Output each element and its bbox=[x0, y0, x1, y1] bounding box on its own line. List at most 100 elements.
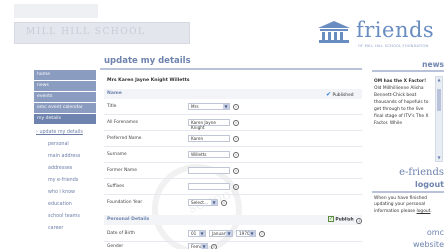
sidebar-item-omc-event-calendar[interactable]: omc event calendar bbox=[34, 103, 96, 113]
info-icon[interactable]: i bbox=[233, 168, 239, 174]
former-name-label: Former Name bbox=[107, 168, 137, 173]
row-divider bbox=[104, 146, 362, 147]
news-panel: OM has the X Factor! Old Millhillienne A… bbox=[372, 76, 444, 162]
published-status: ✔ Published bbox=[326, 91, 354, 98]
logo-subtitle: OF MILL HILL SCHOOL FOUNDATION bbox=[358, 44, 429, 48]
efriends-divider bbox=[372, 191, 444, 193]
dob-day-value: 01 bbox=[191, 231, 197, 236]
all-forenames-input[interactable]: Karen Jayne Knight bbox=[188, 119, 230, 130]
efriends-heading: e-friends bbox=[399, 167, 444, 178]
row-divider bbox=[104, 178, 362, 179]
news-item[interactable]: OM has the X Factor! Old Millhillienne A… bbox=[374, 78, 430, 127]
surname-input[interactable]: Willetts bbox=[188, 151, 230, 158]
efriends-logout-heading[interactable]: logout bbox=[415, 180, 444, 189]
news-item-title: OM has the X Factor! bbox=[374, 79, 427, 84]
sub-item-main-address[interactable]: main address bbox=[34, 152, 96, 161]
info-icon[interactable]: i bbox=[233, 136, 239, 142]
sub-item-career[interactable]: career bbox=[34, 224, 96, 233]
sidebar-item-my-details[interactable]: my details bbox=[34, 114, 96, 124]
info-icon[interactable]: i bbox=[356, 217, 363, 224]
name-section-heading: Name bbox=[107, 91, 122, 96]
title-select-value: Mrs bbox=[191, 104, 199, 109]
sidebar-item-home[interactable]: home bbox=[34, 70, 96, 80]
sub-item-my-e-friends[interactable]: my e-friends bbox=[34, 176, 96, 185]
publish-label: Publish bbox=[335, 217, 354, 223]
chevron-down-icon: ▼ bbox=[201, 244, 207, 249]
publish-toggle[interactable]: ✓ Publish i bbox=[328, 216, 363, 224]
row-divider bbox=[104, 241, 362, 242]
sub-item-education[interactable]: education bbox=[34, 200, 96, 209]
news-scrollbar[interactable]: ▲ ▼ bbox=[435, 76, 443, 162]
dob-label: Date of Birth bbox=[107, 231, 136, 236]
chevron-down-icon[interactable]: ▼ bbox=[436, 155, 442, 161]
surname-label: Surname bbox=[107, 152, 127, 157]
chevron-down-icon: ▼ bbox=[199, 231, 205, 236]
chevron-down-icon: ▼ bbox=[249, 231, 255, 236]
sidebar-item-news[interactable]: news bbox=[34, 81, 96, 91]
dob-month-select[interactable]: January ▼ bbox=[209, 230, 233, 237]
banner-top-strip bbox=[14, 4, 98, 18]
row-divider bbox=[104, 114, 362, 115]
row-divider bbox=[104, 162, 362, 163]
banner-text: MILL HILL SCHOOL bbox=[26, 27, 146, 37]
chevron-down-icon: ▼ bbox=[211, 200, 217, 205]
info-icon[interactable]: i bbox=[233, 120, 239, 126]
building-icon bbox=[318, 21, 350, 43]
info-icon[interactable]: i bbox=[233, 152, 239, 158]
sub-item-who-i-know[interactable]: who i know bbox=[34, 188, 96, 197]
logo-wordmark: friends bbox=[356, 18, 435, 42]
dob-year-select[interactable]: 1970 ▼ bbox=[236, 230, 256, 237]
chevron-down-icon: ▼ bbox=[226, 231, 232, 236]
dob-day-select[interactable]: 01 ▼ bbox=[188, 230, 206, 237]
friends-logo[interactable]: friends OF MILL HILL SCHOOL FOUNDATION bbox=[316, 18, 442, 48]
info-icon[interactable]: i bbox=[211, 244, 217, 249]
foundation-year-select[interactable]: Select... ▼ bbox=[188, 199, 218, 206]
info-icon[interactable]: i bbox=[259, 231, 265, 237]
publish-checkbox[interactable]: ✓ bbox=[328, 216, 334, 222]
website-heading[interactable]: website bbox=[413, 240, 444, 249]
news-item-body: Old Millhillienne Alisha Bennett-Chick b… bbox=[374, 86, 429, 126]
news-heading: news bbox=[422, 60, 444, 69]
sidebar-nav: home news events omc event calendar my d… bbox=[34, 70, 96, 236]
foundation-year-label: Foundation Year bbox=[107, 200, 143, 205]
scroll-thumb[interactable] bbox=[437, 89, 441, 111]
gender-label: Gender bbox=[107, 244, 124, 249]
row-divider bbox=[104, 194, 362, 195]
sub-item-personal[interactable]: personal bbox=[34, 140, 96, 149]
page-header: MILL HILL SCHOOL friends OF MILL HILL SC… bbox=[0, 0, 446, 52]
gender-select[interactable]: Female ▼ bbox=[188, 243, 208, 249]
published-label: Published bbox=[332, 93, 354, 98]
right-column: news OM has the X Factor! Old Millhillie… bbox=[372, 54, 444, 249]
checkmark-icon: ✔ bbox=[326, 91, 332, 98]
sub-item-addresses[interactable]: addresses bbox=[34, 164, 96, 173]
preferred-name-input[interactable]: Karen bbox=[188, 135, 230, 142]
logout-link[interactable]: logout bbox=[417, 209, 431, 214]
title-divider bbox=[100, 68, 362, 70]
suffixes-label: Suffixes bbox=[107, 184, 125, 189]
row-divider bbox=[104, 130, 362, 131]
all-forenames-label: All Forenames bbox=[107, 120, 139, 125]
personal-section-heading: Personal Details bbox=[107, 217, 150, 222]
info-icon[interactable]: i bbox=[233, 104, 239, 110]
person-name: Mrs Karen Jayne Knight Willetts bbox=[107, 78, 190, 83]
suffixes-input[interactable] bbox=[188, 183, 230, 190]
info-icon[interactable]: i bbox=[221, 200, 227, 206]
logout-message-end: . bbox=[430, 208, 432, 214]
preferred-name-label: Preferred Name bbox=[107, 136, 142, 141]
main-content: SCHOOL update my details Mrs Karen Jayne… bbox=[100, 54, 363, 249]
chevron-up-icon[interactable]: ▲ bbox=[436, 77, 442, 83]
sub-item-update-my-details[interactable]: › update my details bbox=[34, 128, 96, 137]
info-icon[interactable]: i bbox=[233, 184, 239, 190]
omc-heading: omc bbox=[426, 228, 444, 237]
news-divider bbox=[372, 70, 444, 72]
sub-item-school-teams[interactable]: school teams bbox=[34, 212, 96, 221]
title-label: Title bbox=[107, 104, 117, 109]
sidebar-item-events[interactable]: events bbox=[34, 92, 96, 102]
former-name-input[interactable] bbox=[188, 167, 230, 174]
name-section-bar bbox=[104, 89, 362, 99]
page-title: update my details bbox=[104, 56, 191, 66]
foundation-year-value: Select... bbox=[191, 200, 208, 205]
logout-message: When you have finished updating your per… bbox=[374, 196, 442, 215]
title-select[interactable]: Mrs ▼ bbox=[188, 103, 230, 110]
chevron-down-icon: ▼ bbox=[223, 104, 229, 109]
